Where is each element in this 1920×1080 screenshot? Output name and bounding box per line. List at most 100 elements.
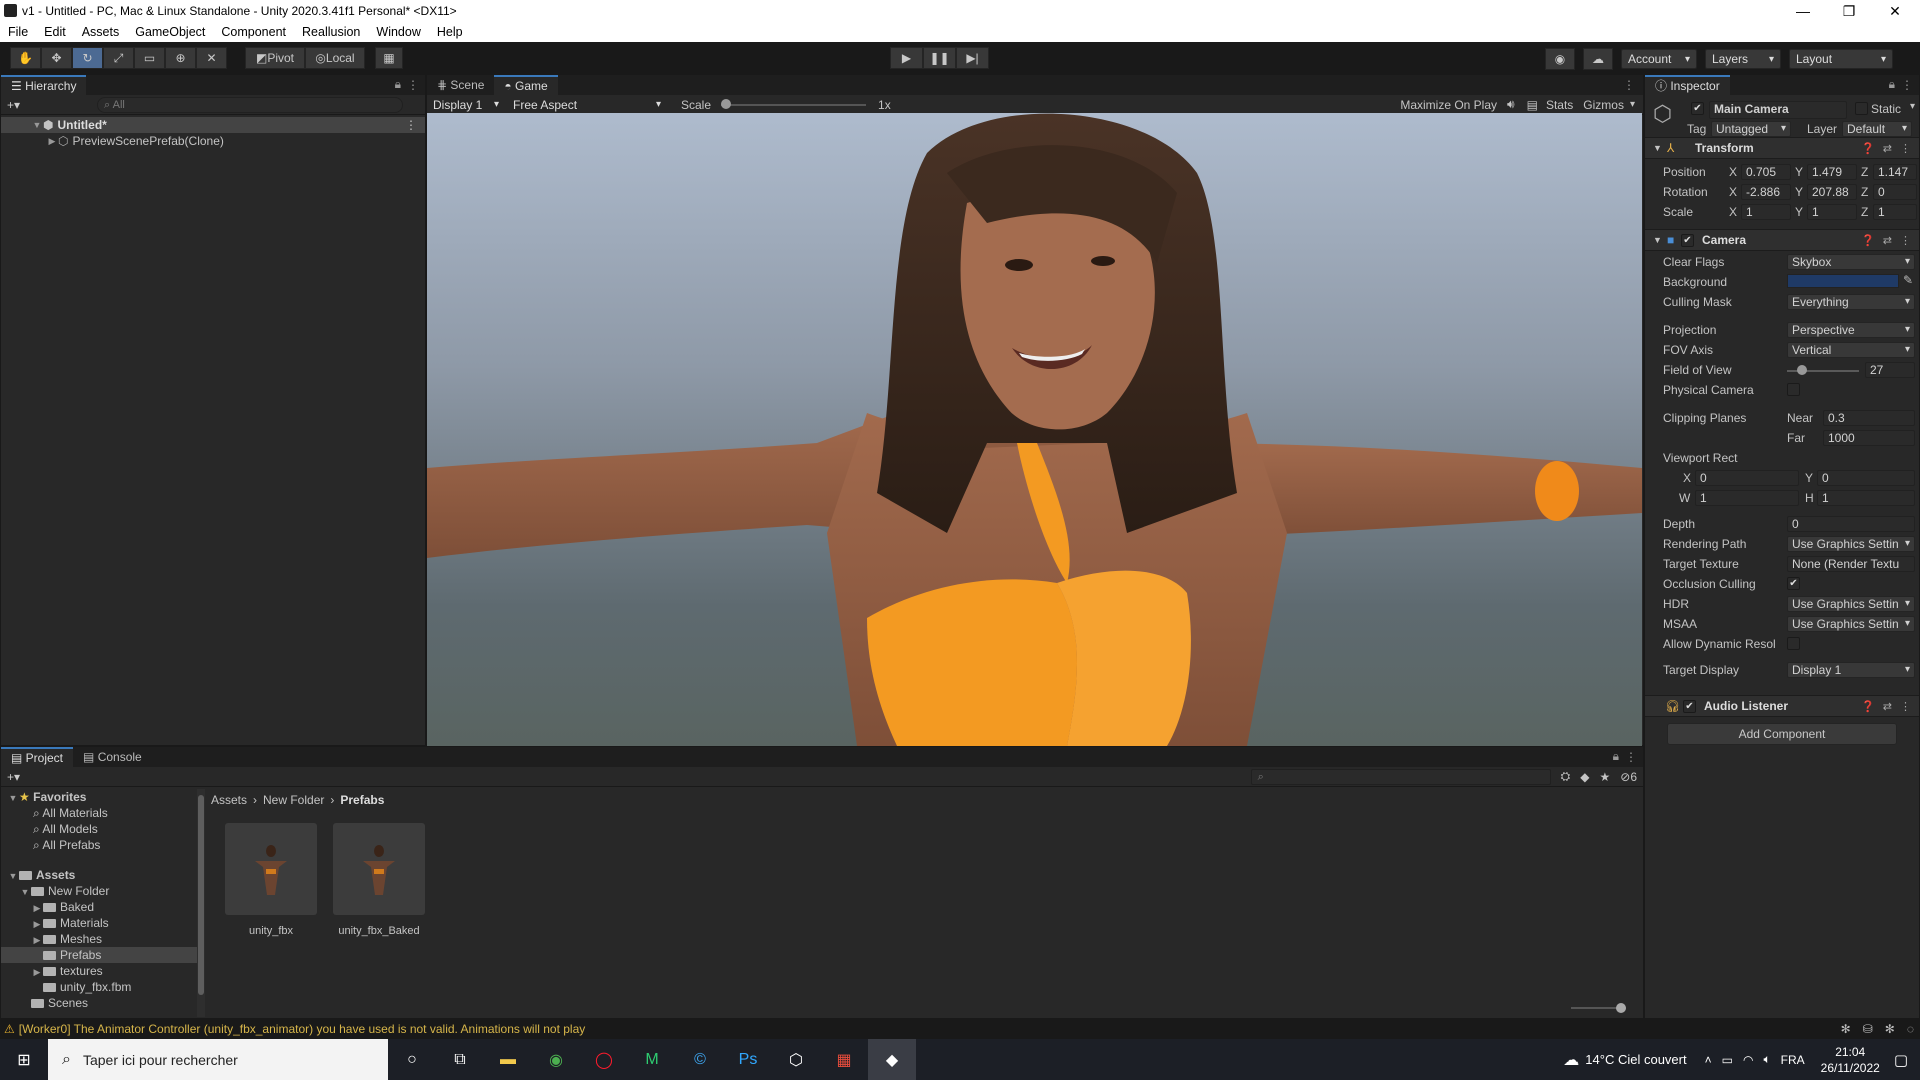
expand-arrow-icon[interactable]: ▼ [31, 117, 43, 133]
aspect-dropdown[interactable]: Free Aspect [507, 95, 667, 114]
camera-enabled-checkbox[interactable]: ✔ [1681, 233, 1694, 247]
chevron-down-icon[interactable]: ▾ [1630, 99, 1635, 110]
app-c-icon[interactable]: © [676, 1039, 724, 1080]
occlusion-culling-checkbox[interactable]: ✔ [1787, 577, 1800, 590]
project-search-input[interactable]: ⌕ [1250, 768, 1551, 785]
viewport-y-field[interactable]: 0 [1817, 470, 1915, 486]
local-button[interactable]: ◎ Local [305, 47, 365, 69]
expand-arrow-icon[interactable]: ▼ [7, 790, 19, 806]
progress-icon[interactable]: ◌ [1907, 1022, 1914, 1036]
cache-icon[interactable]: ⛁ [1863, 1022, 1873, 1036]
network-icon[interactable]: ◠ [1743, 1053, 1753, 1067]
thumbnail-size-knob[interactable] [1616, 1003, 1626, 1013]
language-indicator[interactable]: FRA [1781, 1053, 1805, 1067]
favorite-item[interactable]: ⌕ All Models [1, 821, 197, 837]
mute-audio-icon[interactable]: 🔊︎ [1507, 97, 1515, 112]
far-field[interactable]: 1000 [1823, 430, 1915, 446]
rotation-x-field[interactable]: -2.886 [1741, 184, 1791, 200]
maximize-button[interactable]: ❐ [1826, 0, 1872, 22]
chrome-icon[interactable]: ◉ [532, 1039, 580, 1080]
culling-mask-dropdown[interactable]: Everything [1787, 294, 1915, 310]
account-dropdown[interactable]: Account [1621, 49, 1697, 69]
rendering-path-dropdown[interactable]: Use Graphics Settin [1787, 536, 1915, 552]
photoshop-icon[interactable]: Ps [724, 1039, 772, 1080]
eyedropper-icon[interactable]: ✎ [1903, 273, 1913, 287]
favorites-header[interactable]: ▼ ★ Favorites [1, 789, 197, 805]
app-m-icon[interactable]: M [628, 1039, 676, 1080]
transform-header[interactable]: ▼ ⅄ Transform ❓ ⇄ ⋮ [1645, 137, 1919, 159]
expand-arrow-icon[interactable]: ▼ [19, 884, 31, 900]
step-button[interactable]: ▶| [956, 47, 989, 69]
folder-prefabs[interactable]: Prefabs [1, 947, 197, 963]
foldout-arrow-icon[interactable]: ▼ [1653, 143, 1667, 153]
tab-inspector[interactable]: ⓘ Inspector [1645, 75, 1730, 95]
component-menu-icon[interactable]: ⋮ [1900, 234, 1911, 247]
dynamic-resolution-checkbox[interactable] [1787, 637, 1800, 650]
task-view-icon[interactable]: ⧉ [436, 1039, 484, 1080]
scale-z-field[interactable]: 1 [1873, 204, 1917, 220]
chevron-up-icon[interactable]: ˄ [1705, 1053, 1712, 1067]
debug-icon[interactable]: ✻ [1841, 1022, 1851, 1036]
hand-tool-icon[interactable]: ✋ [10, 47, 41, 69]
menu-help[interactable]: Help [437, 25, 463, 39]
breadcrumb-assets[interactable]: Assets [211, 793, 247, 807]
stats-grid-icon[interactable]: ▤ [1527, 98, 1538, 112]
tree-scrollbar-thumb[interactable] [198, 795, 204, 995]
pivot-button[interactable]: ◩ Pivot [245, 47, 305, 69]
panel-menu-icon[interactable]: ⋮ [1901, 78, 1913, 92]
minimize-button[interactable]: — [1780, 0, 1826, 22]
asset-item[interactable]: unity_fbx_Baked [333, 823, 425, 937]
scale-slider-knob[interactable] [721, 98, 732, 109]
favorite-item[interactable]: ⌕ All Prefabs [1, 837, 197, 853]
viewport-h-field[interactable]: 1 [1817, 490, 1915, 506]
scene-menu-icon[interactable]: ⋮ [405, 117, 417, 133]
app-winrar-icon[interactable]: ▦ [820, 1039, 868, 1080]
filter-type-icon[interactable]: ⛭ [1561, 769, 1571, 784]
tab-console[interactable]: ▤ Console [73, 747, 152, 767]
msaa-dropdown[interactable]: Use Graphics Settin [1787, 616, 1915, 632]
tag-dropdown[interactable]: Untagged [1711, 121, 1791, 137]
notifications-icon[interactable]: ▢ [1894, 1051, 1908, 1069]
menu-gameobject[interactable]: GameObject [135, 25, 205, 39]
clock[interactable]: 21:04 26/11/2022 [1821, 1044, 1880, 1076]
maximize-on-play-toggle[interactable]: Maximize On Play [1400, 98, 1497, 112]
assets-root[interactable]: ▼ Assets [1, 867, 197, 883]
create-add-icon[interactable]: +▾ [7, 98, 97, 112]
tablet-icon[interactable]: ▭ [1722, 1053, 1733, 1067]
stats-toggle[interactable]: Stats [1546, 98, 1573, 112]
background-color-swatch[interactable] [1787, 274, 1899, 288]
menu-window[interactable]: Window [376, 25, 420, 39]
scale-x-field[interactable]: 1 [1741, 204, 1791, 220]
viewport-w-field[interactable]: 1 [1695, 490, 1799, 506]
physical-camera-checkbox[interactable] [1787, 383, 1800, 396]
menu-reallusion[interactable]: Reallusion [302, 25, 360, 39]
expand-arrow-icon[interactable]: ▶ [31, 916, 43, 932]
folder-scenes[interactable]: Scenes [1, 995, 197, 1011]
display-dropdown[interactable]: Display 1 [427, 95, 505, 114]
target-texture-field[interactable]: None (Render Textu [1787, 556, 1915, 572]
chevron-down-icon[interactable]: ▾ [1910, 101, 1915, 112]
depth-field[interactable]: 0 [1787, 516, 1915, 532]
status-message[interactable]: [Worker0] The Animator Controller (unity… [19, 1022, 586, 1036]
lock-icon[interactable]: 🔒︎ [395, 77, 401, 92]
rect-tool-icon[interactable]: ▭ [134, 47, 165, 69]
move-tool-icon[interactable]: ✥ [41, 47, 72, 69]
preset-icon[interactable]: ⇄ [1883, 142, 1892, 155]
object-name-field[interactable]: Main Camera [1709, 101, 1847, 119]
pause-button[interactable]: ❚❚ [923, 47, 956, 69]
preset-icon[interactable]: ⇄ [1883, 234, 1892, 247]
position-y-field[interactable]: 1.479 [1807, 164, 1857, 180]
cloud-icon[interactable]: ☁ [1583, 48, 1613, 70]
component-menu-icon[interactable]: ⋮ [1900, 142, 1911, 155]
rotation-z-field[interactable]: 0 [1873, 184, 1917, 200]
file-explorer-icon[interactable]: ▬ [484, 1039, 532, 1080]
tab-hierarchy[interactable]: ☰ Hierarchy [1, 75, 87, 95]
folder-new-folder[interactable]: ▼ New Folder [1, 883, 197, 899]
folder-meshes[interactable]: ▶ Meshes [1, 931, 197, 947]
position-x-field[interactable]: 0.705 [1741, 164, 1791, 180]
hdr-dropdown[interactable]: Use Graphics Settin [1787, 596, 1915, 612]
fov-field[interactable]: 27 [1865, 362, 1915, 378]
game-render-view[interactable] [427, 113, 1642, 746]
folder-materials[interactable]: ▶ Materials [1, 915, 197, 931]
expand-arrow-icon[interactable]: ▶ [31, 900, 43, 916]
